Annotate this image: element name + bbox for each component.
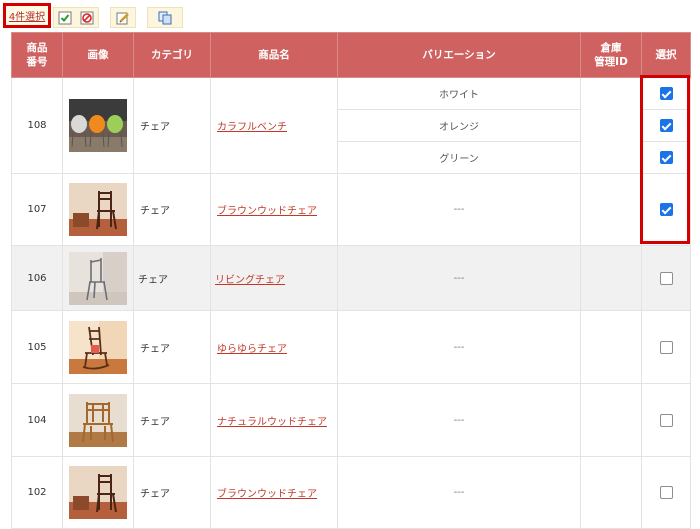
select-cell — [641, 456, 691, 529]
product-name-link[interactable]: ゆらゆらチェア — [217, 344, 287, 355]
col-header-warehouse: 倉庫 管理ID — [580, 32, 642, 78]
product-image[interactable] — [62, 245, 134, 311]
product-image[interactable] — [62, 456, 134, 529]
product-name-link[interactable]: リビングチェア — [215, 275, 285, 286]
product-name-link[interactable]: ブラウンウッドチェア — [217, 489, 317, 500]
warehouse-id-cell — [580, 310, 642, 384]
product-thumbnail-brown-wood-chair — [69, 183, 127, 236]
product-thumbnail-colorful-bench — [69, 99, 127, 152]
col-header-image: 画像 — [62, 32, 134, 78]
product-number: 108 — [11, 77, 63, 174]
product-category: チェア — [133, 77, 211, 174]
product-number: 102 — [11, 456, 63, 529]
row-checkbox[interactable] — [659, 340, 673, 354]
product-name: ブラウンウッドチェア — [210, 456, 338, 529]
uncheck-all-icon[interactable] — [80, 10, 94, 26]
product-number: 107 — [11, 173, 63, 246]
product-table: 商品 番号 画像 カテゴリ 商品名 バリエーション 倉庫 管理ID 選択 108 — [11, 32, 691, 529]
variation-cell: --- — [337, 173, 581, 246]
select-cell — [641, 383, 691, 457]
product-category: チェア — [133, 173, 211, 246]
row-checkbox[interactable] — [659, 119, 673, 132]
product-category: チェア — [133, 245, 211, 311]
table-row: 106 チェア リビングチェア --- — [11, 245, 691, 311]
product-image[interactable] — [62, 383, 134, 457]
product-name-link[interactable]: ナチュラルウッドチェア — [217, 417, 327, 428]
product-number: 105 — [11, 310, 63, 384]
variation-cell: --- — [337, 310, 581, 384]
table-row: 104 チェア ナチュラルウッドチェア --- — [11, 383, 691, 457]
selected-count-link[interactable]: 4件選択 — [3, 3, 51, 28]
row-checkbox[interactable] — [659, 151, 673, 164]
copy-toolbar — [147, 7, 183, 28]
select-cell — [641, 109, 691, 142]
product-name: リビングチェア — [210, 245, 338, 311]
row-checkbox[interactable] — [659, 413, 673, 427]
row-checkbox[interactable] — [659, 87, 673, 100]
selection-toolbar — [53, 7, 99, 28]
product-thumbnail-brown-wood-chair — [69, 466, 127, 519]
product-name-link[interactable]: カラフルベンチ — [217, 122, 287, 133]
select-cell — [641, 310, 691, 384]
table-row: 107 チェア ブラウンウッドチェア --- — [11, 173, 691, 246]
row-checkbox[interactable] — [659, 486, 673, 499]
select-cell — [641, 173, 691, 246]
table-row: 102 チェア ブラウンウッドチェア --- — [11, 456, 691, 529]
product-name: ゆらゆらチェア — [210, 310, 338, 384]
table-row: 108 チェア カラフルベンチ ホワイト — [11, 77, 691, 174]
warehouse-id-cell — [580, 456, 642, 529]
copy-icon[interactable] — [157, 10, 173, 26]
col-header-variation: バリエーション — [337, 32, 581, 78]
product-image[interactable] — [62, 173, 134, 246]
product-category: チェア — [133, 383, 211, 457]
product-name: ブラウンウッドチェア — [210, 173, 338, 246]
product-name-link[interactable]: ブラウンウッドチェア — [217, 206, 317, 217]
warehouse-id-cell — [580, 383, 642, 457]
product-category: チェア — [133, 310, 211, 384]
warehouse-id-cell — [580, 245, 642, 311]
variation-cell: ホワイト — [337, 77, 581, 110]
variation-cell: オレンジ — [337, 109, 581, 142]
table-header-row: 商品 番号 画像 カテゴリ 商品名 バリエーション 倉庫 管理ID 選択 — [11, 32, 691, 78]
col-header-select: 選択 — [641, 32, 691, 78]
edit-toolbar — [110, 7, 136, 28]
col-header-name[interactable]: 商品名 — [210, 32, 338, 78]
product-number: 104 — [11, 383, 63, 457]
check-all-icon[interactable] — [58, 10, 72, 26]
row-checkbox[interactable] — [659, 271, 673, 285]
select-cell — [641, 245, 691, 311]
variation-cell: --- — [337, 383, 581, 457]
product-image[interactable] — [62, 310, 134, 384]
col-header-category[interactable]: カテゴリ — [133, 32, 211, 78]
product-name: カラフルベンチ — [210, 77, 338, 174]
select-cell — [641, 77, 691, 110]
product-number: 106 — [11, 245, 63, 311]
select-cell — [641, 141, 691, 174]
product-thumbnail-living-chair — [69, 251, 127, 305]
variation-cell: --- — [337, 245, 581, 311]
warehouse-id-cell — [580, 173, 642, 246]
edit-icon[interactable] — [115, 10, 131, 26]
table-row: 105 チェア ゆらゆらチェア --- — [11, 310, 691, 384]
product-thumbnail-natural-wood-chair — [69, 393, 127, 447]
variation-cell: --- — [337, 456, 581, 529]
product-category: チェア — [133, 456, 211, 529]
variation-cell: グリーン — [337, 141, 581, 174]
product-image[interactable] — [62, 77, 134, 174]
row-checkbox[interactable] — [659, 203, 673, 216]
warehouse-id-cell — [580, 77, 642, 174]
col-header-number[interactable]: 商品 番号 — [11, 32, 63, 78]
product-name: ナチュラルウッドチェア — [210, 383, 338, 457]
product-thumbnail-rocking-chair — [69, 320, 127, 374]
